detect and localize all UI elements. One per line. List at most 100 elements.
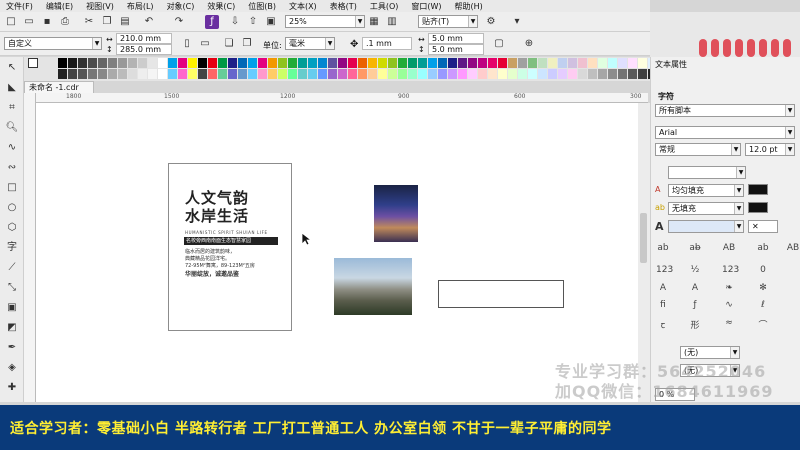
palette-swatch[interactable] <box>288 58 297 68</box>
no-fill-swatch[interactable] <box>28 58 38 68</box>
palette-swatch[interactable] <box>278 69 287 79</box>
current-page-icon[interactable]: ❐ <box>240 37 254 51</box>
palette-swatch[interactable] <box>358 58 367 68</box>
superscript-icon[interactable]: ab <box>656 243 670 255</box>
document-tab[interactable]: 未命名 -1.cdr <box>24 81 94 93</box>
palette-swatch[interactable] <box>468 58 477 68</box>
palette-swatch[interactable] <box>398 58 407 68</box>
palette-swatch[interactable] <box>318 69 327 79</box>
palette-swatch[interactable] <box>208 69 217 79</box>
outline-width-combo[interactable]: ▼ <box>668 220 744 233</box>
duplicate-y-field[interactable]: 5.0 mm <box>428 44 484 55</box>
page-width-field[interactable]: 210.0 mm <box>116 33 172 44</box>
body-line-1[interactable]: 临水而居的建筑韵味， <box>185 248 235 255</box>
palette-swatch[interactable] <box>238 69 247 79</box>
parallel-dimension-icon[interactable]: ⟋ <box>4 261 20 275</box>
palette-swatch[interactable] <box>128 58 137 68</box>
palette-swatch[interactable] <box>578 58 587 68</box>
palette-swatch[interactable] <box>558 69 567 79</box>
palette-swatch[interactable] <box>158 58 167 68</box>
palette-swatch[interactable] <box>238 58 247 68</box>
palette-swatch[interactable] <box>338 69 347 79</box>
undo-icon[interactable]: ↶ <box>142 15 156 29</box>
city-night-image[interactable] <box>374 185 418 242</box>
palette-swatch[interactable] <box>328 69 337 79</box>
open-icon[interactable]: ▭ <box>22 15 36 29</box>
palette-swatch[interactable] <box>208 58 217 68</box>
fill-color-swatch[interactable] <box>748 184 768 195</box>
palette-swatch[interactable] <box>118 58 127 68</box>
palette-swatch[interactable] <box>618 58 627 68</box>
palette-swatch[interactable] <box>378 58 387 68</box>
rulers-icon[interactable]: ▥ <box>385 15 399 29</box>
all-caps-icon[interactable]: AB <box>786 243 800 255</box>
building-image[interactable] <box>334 258 412 315</box>
palette-swatch[interactable] <box>598 69 607 79</box>
english-subtitle[interactable]: HUMANISTIC SPIRIT SHUIAN LIFE <box>185 230 268 235</box>
export-icon[interactable]: ⇧ <box>246 15 260 29</box>
palette-swatch[interactable] <box>608 58 617 68</box>
new-doc-icon[interactable]: □ <box>4 15 18 29</box>
menu-window[interactable]: 窗口(W) <box>411 1 441 12</box>
pick-tool-icon[interactable]: ↖ <box>4 61 20 75</box>
palette-swatch[interactable] <box>428 58 437 68</box>
corel-connect-icon[interactable]: ƒ <box>205 15 219 29</box>
palette-swatch[interactable] <box>168 58 177 68</box>
ligature-icon[interactable]: ﬁ <box>656 300 670 312</box>
shape-tool-icon[interactable]: ◣ <box>4 81 20 95</box>
palette-swatch[interactable] <box>78 69 87 79</box>
kerning-icon[interactable]: ꞇ <box>656 318 670 331</box>
palette-swatch[interactable] <box>198 58 207 68</box>
palette-swatch[interactable] <box>538 69 547 79</box>
rectangle-tool-icon[interactable]: □ <box>4 181 20 195</box>
palette-swatch[interactable] <box>458 69 467 79</box>
palette-swatch[interactable] <box>68 69 77 79</box>
small-caps-icon[interactable]: AB <box>722 243 736 255</box>
palette-swatch[interactable] <box>548 58 557 68</box>
palette-swatch[interactable] <box>98 69 107 79</box>
palette-swatch[interactable] <box>438 69 447 79</box>
palette-swatch[interactable] <box>248 69 257 79</box>
slashed-zero-icon[interactable]: 0 <box>756 265 770 277</box>
underline-combo[interactable]: ▼ <box>668 166 746 179</box>
scroll-thumb[interactable] <box>640 213 647 263</box>
units-combo[interactable]: 毫米 ▼ <box>285 37 335 50</box>
palette-swatch[interactable] <box>168 69 177 79</box>
headline-line-2[interactable]: 水岸生活 <box>185 208 249 225</box>
menu-table[interactable]: 表格(T) <box>330 1 357 12</box>
palette-swatch[interactable] <box>368 58 377 68</box>
palette-swatch[interactable] <box>118 69 127 79</box>
zoom-tool-icon[interactable]: 🔍︎ <box>4 121 20 135</box>
historical-icon[interactable]: ℓ <box>756 300 770 312</box>
palette-swatch[interactable] <box>468 69 477 79</box>
palette-swatch[interactable] <box>318 58 327 68</box>
duplicate-x-field[interactable]: 5.0 mm <box>428 33 484 44</box>
palette-swatch[interactable] <box>228 58 237 68</box>
menu-effects[interactable]: 效果(C) <box>207 1 235 12</box>
fill-type-combo[interactable]: 均匀填充 ▼ <box>668 184 744 197</box>
page-border-icon[interactable]: ▢ <box>492 37 506 51</box>
palette-swatch[interactable] <box>478 69 487 79</box>
palette-swatch[interactable] <box>128 69 137 79</box>
palette-swatch[interactable] <box>518 58 527 68</box>
palette-swatch[interactable] <box>578 69 587 79</box>
palette-swatch[interactable] <box>418 58 427 68</box>
palette-swatch[interactable] <box>568 58 577 68</box>
palette-swatch[interactable] <box>518 69 527 79</box>
font-combo[interactable]: Arial ▼ <box>655 126 795 139</box>
full-screen-icon[interactable]: ▦ <box>367 15 381 29</box>
palette-swatch[interactable] <box>488 58 497 68</box>
palette-swatch[interactable] <box>328 58 337 68</box>
palette-swatch[interactable] <box>638 69 647 79</box>
ornament-icon[interactable]: ❧ <box>722 283 736 295</box>
palette-swatch[interactable] <box>638 58 647 68</box>
menu-tools[interactable]: 工具(O) <box>370 1 399 12</box>
menu-object[interactable]: 对象(C) <box>167 1 195 12</box>
save-icon[interactable]: ▪ <box>40 15 54 29</box>
tabular-icon[interactable]: 123 <box>722 265 739 277</box>
palette-swatch[interactable] <box>88 69 97 79</box>
palette-swatch[interactable] <box>58 58 67 68</box>
palette-swatch[interactable] <box>158 69 167 79</box>
palette-swatch[interactable] <box>458 58 467 68</box>
horizontal-ruler[interactable]: 1800 1500 1200 900 600 300 <box>36 93 648 103</box>
